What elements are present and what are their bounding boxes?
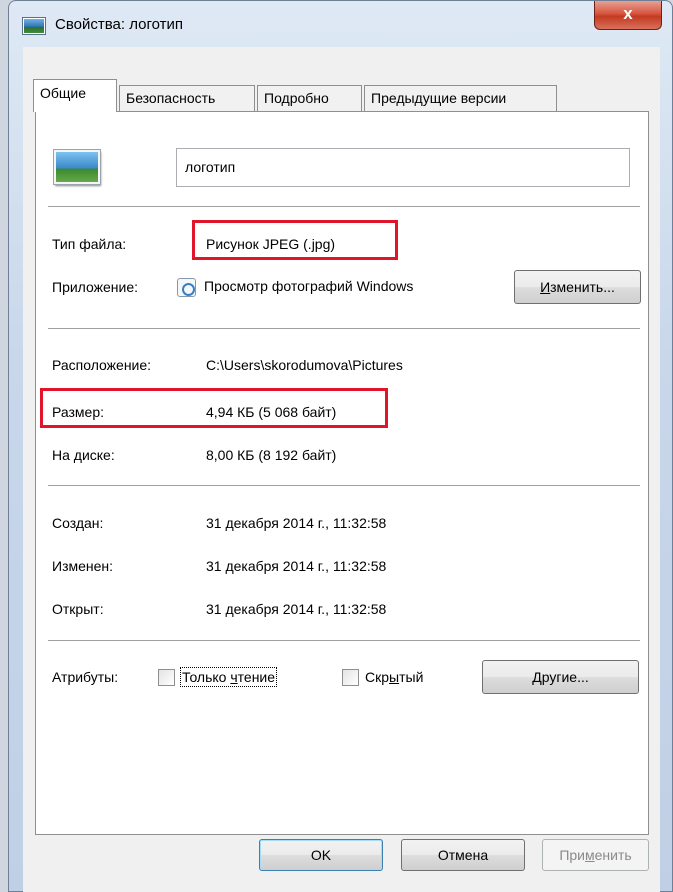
hidden-text: Скр [365,669,390,685]
readonly-checkbox[interactable] [158,669,175,686]
hidden-checkbox[interactable] [342,669,359,686]
hidden-accel: ы [389,669,400,685]
tab-previous-versions[interactable]: Предыдущие версии [364,85,557,111]
readonly-text-rest: тение [237,669,276,685]
tab-security[interactable]: Безопасность [119,85,255,111]
change-button-text-rest: зменить... [550,279,615,295]
image-file-icon [23,18,45,34]
separator [48,640,640,641]
other-attributes-button[interactable]: Другие... [482,660,639,694]
location-value: C:\Users\skorodumova\Pictures [206,357,403,373]
disk-size-label: На диске: [52,447,115,463]
ok-button[interactable]: OK [259,839,383,871]
apply-text: При [559,847,585,863]
opened-value: 31 декабря 2014 г., 11:32:58 [206,601,387,617]
separator [48,206,640,207]
close-button[interactable]: x [594,1,662,30]
photo-viewer-icon [177,278,196,297]
tab-details[interactable]: Подробно [257,85,362,111]
title-bar[interactable]: Свойства: логотип x [9,1,672,47]
created-value: 31 декабря 2014 г., 11:32:58 [206,515,387,531]
other-accel: Д [532,669,542,685]
file-type-label: Тип файла: [52,236,127,252]
created-label: Создан: [52,515,104,531]
jpeg-thumbnail-icon [54,150,100,184]
other-text-rest: ругие... [541,669,589,685]
modified-value: 31 декабря 2014 г., 11:32:58 [206,558,387,574]
change-app-button[interactable]: Изменить... [514,270,641,304]
readonly-accel: ч [230,669,238,685]
apply-accel: м [585,847,595,863]
file-type-highlight-box [192,220,398,260]
readonly-checkbox-label[interactable]: Только чтение [179,667,278,687]
cancel-button[interactable]: Отмена [401,839,525,871]
opened-label: Открыт: [52,601,104,617]
application-label: Приложение: [52,279,139,295]
separator [48,485,640,486]
hidden-text-rest: тый [399,669,424,685]
readonly-text: Только [182,669,231,685]
file-name-input[interactable]: логотип [176,148,630,187]
properties-window: Свойства: логотип x Общие Безопасность П… [8,0,673,892]
general-tab-page: логотип Тип файла: Рисунок JPEG (.jpg) П… [35,111,649,835]
tab-general[interactable]: Общие [33,79,117,112]
disk-size-value: 8,00 КБ (8 192 байт) [206,447,337,463]
separator [48,328,640,329]
modified-label: Изменен: [52,558,114,574]
apply-button[interactable]: Применить [542,839,649,871]
size-highlight-box [40,388,388,428]
apply-text-rest: енить [594,847,632,863]
hidden-checkbox-label[interactable]: Скрытый [365,669,423,685]
attributes-label: Атрибуты: [52,669,119,685]
window-title: Свойства: логотип [55,16,183,33]
location-label: Расположение: [52,357,152,373]
change-button-accel: И [540,279,551,295]
application-value: Просмотр фотографий Windows [204,278,414,294]
dialog-body: Общие Безопасность Подробно Предыдущие в… [23,47,660,892]
